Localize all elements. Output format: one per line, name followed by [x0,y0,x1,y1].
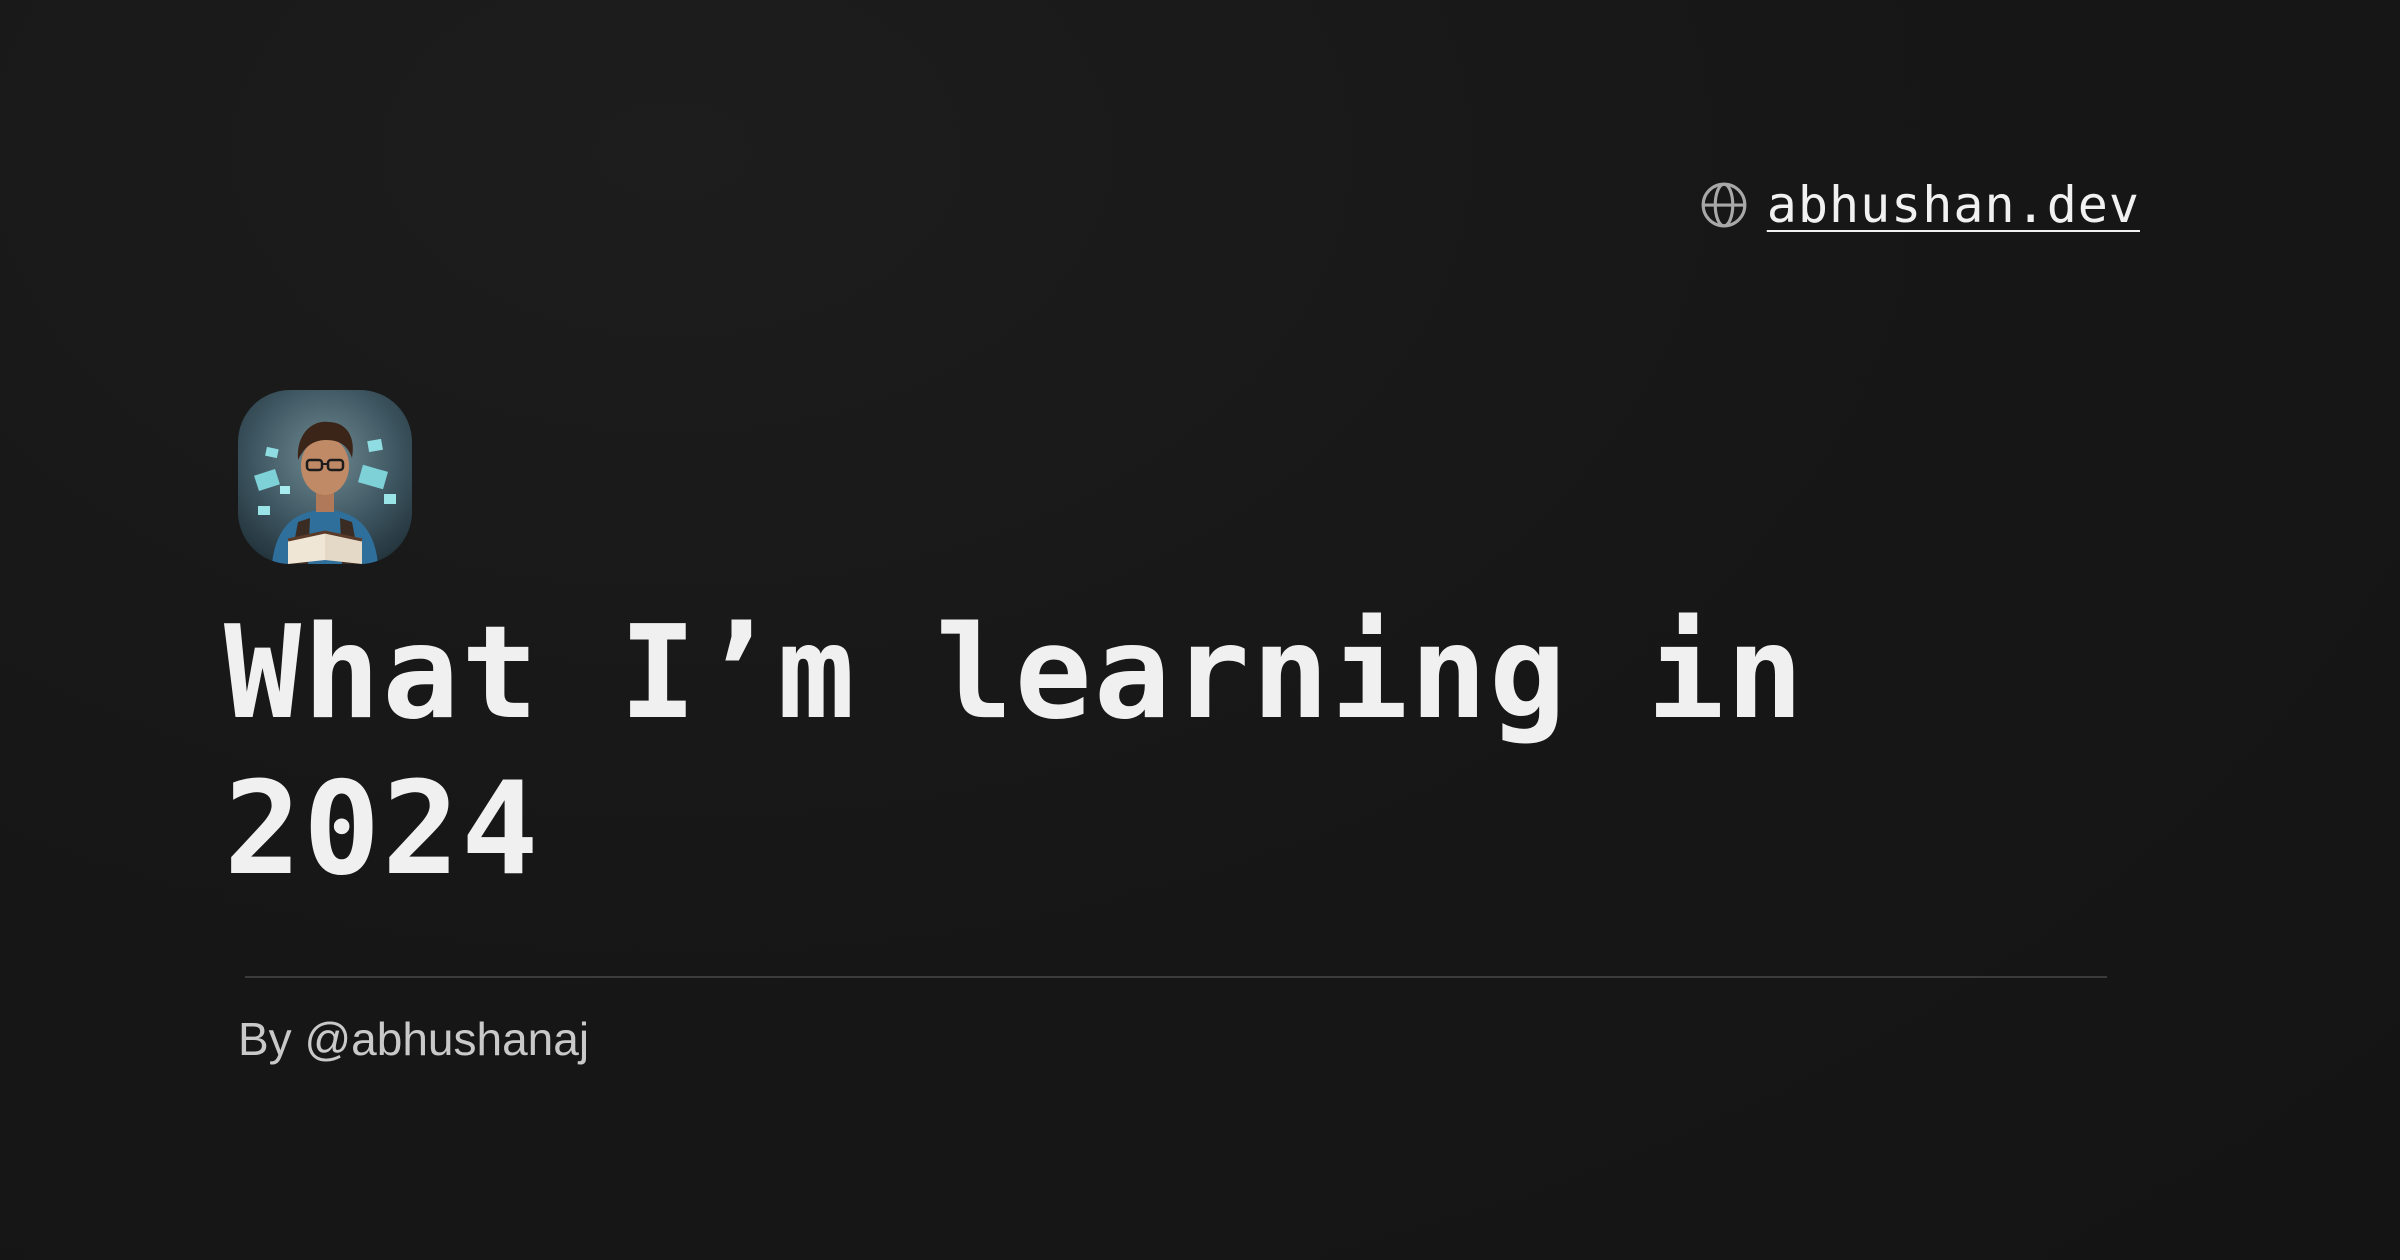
globe-icon [1701,182,1747,228]
post-title: What I’m learning in 2024 [224,599,1885,904]
author-avatar [238,390,412,564]
og-card: abhushan.dev What I’m learning in 2024 B… [0,0,2400,1260]
author-byline: By @abhushanaj [238,1013,590,1065]
divider [245,976,2107,978]
site-link-label: abhushan.dev [1766,176,2140,234]
site-link[interactable]: abhushan.dev [1699,176,2140,234]
